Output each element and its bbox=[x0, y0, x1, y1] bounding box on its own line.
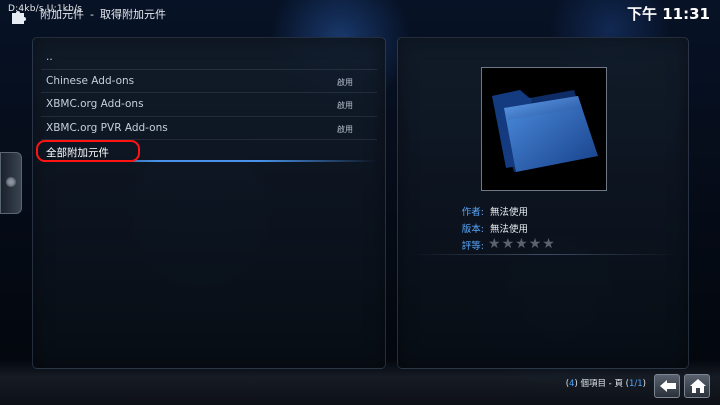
list-item-label: Chinese Add-ons bbox=[46, 74, 135, 87]
addon-list: .. Chinese Add-ons 啟用 XBMC.org Add-ons 啟… bbox=[33, 46, 385, 163]
list-item-status: 啟用 bbox=[337, 101, 353, 110]
breadcrumb: 附加元件 - 取得附加元件 bbox=[40, 6, 166, 22]
breadcrumb-item[interactable]: 附加元件 bbox=[40, 8, 84, 21]
list-item-parent[interactable]: .. bbox=[41, 46, 377, 70]
clock: 下午 11:31 bbox=[627, 5, 710, 23]
star-icon: ★ bbox=[515, 236, 528, 252]
addon-details: 作者: 無法使用 版本: 無法使用 評等: ★★★★★ bbox=[398, 204, 688, 255]
home-icon bbox=[690, 379, 706, 393]
item-count-text: 個項目 - 頁 bbox=[580, 379, 623, 389]
item-count: (4) 個項目 - 頁 (1/1) bbox=[565, 379, 646, 389]
star-icon: ★ bbox=[501, 236, 515, 252]
list-item-status: 啟用 bbox=[337, 124, 353, 134]
list-item-label: .. bbox=[46, 51, 53, 63]
list-item-label: XBMC.org PVR Add-ons bbox=[46, 121, 168, 134]
author-row: 作者: 無法使用 bbox=[398, 204, 688, 221]
addon-info-panel: 作者: 無法使用 版本: 無法使用 評等: ★★★★★ bbox=[397, 37, 689, 369]
divider bbox=[408, 254, 678, 255]
selection-outline bbox=[36, 140, 140, 162]
list-item-chinese-addons[interactable]: Chinese Add-ons 啟用 bbox=[41, 70, 377, 93]
folder-icon bbox=[492, 90, 598, 172]
rating-stars: ★★★★★ bbox=[488, 236, 556, 252]
breadcrumb-item[interactable]: 取得附加元件 bbox=[100, 8, 166, 21]
page-indicator: 1/1 bbox=[628, 379, 643, 389]
list-item-all-addons[interactable]: 全部附加元件 bbox=[36, 140, 377, 163]
header: D:4kb/s U:1kb/s 附加元件 - 取得附加元件 bbox=[4, 2, 304, 24]
rating-row: 評等: ★★★★★ bbox=[398, 236, 688, 255]
version-label: 版本: bbox=[461, 224, 484, 235]
back-arrow-icon bbox=[660, 380, 676, 392]
rating-label: 評等: bbox=[461, 241, 484, 252]
star-icon: ★ bbox=[542, 236, 555, 252]
breadcrumb-separator: - bbox=[90, 8, 94, 21]
author-value: 無法使用 bbox=[490, 207, 529, 218]
author-label: 作者: bbox=[461, 207, 484, 218]
star-icon: ★ bbox=[488, 236, 501, 252]
list-item-xbmc-addons[interactable]: XBMC.org Add-ons 啟用 bbox=[41, 93, 377, 117]
back-button[interactable] bbox=[654, 374, 680, 398]
side-menu-knob-icon bbox=[6, 177, 16, 187]
list-item-xbmc-pvr-addons[interactable]: XBMC.org PVR Add-ons 啟用 bbox=[41, 117, 377, 140]
side-menu-tab[interactable] bbox=[0, 152, 22, 214]
star-icon: ★ bbox=[528, 236, 542, 252]
list-item-status: 啟用 bbox=[337, 77, 353, 87]
item-count-number: 4 bbox=[569, 379, 575, 389]
list-item-label: XBMC.org Add-ons bbox=[46, 98, 144, 110]
version-value: 無法使用 bbox=[490, 224, 529, 235]
home-button[interactable] bbox=[684, 374, 710, 398]
addon-list-panel: .. Chinese Add-ons 啟用 XBMC.org Add-ons 啟… bbox=[32, 37, 386, 369]
addon-thumbnail bbox=[481, 67, 607, 191]
